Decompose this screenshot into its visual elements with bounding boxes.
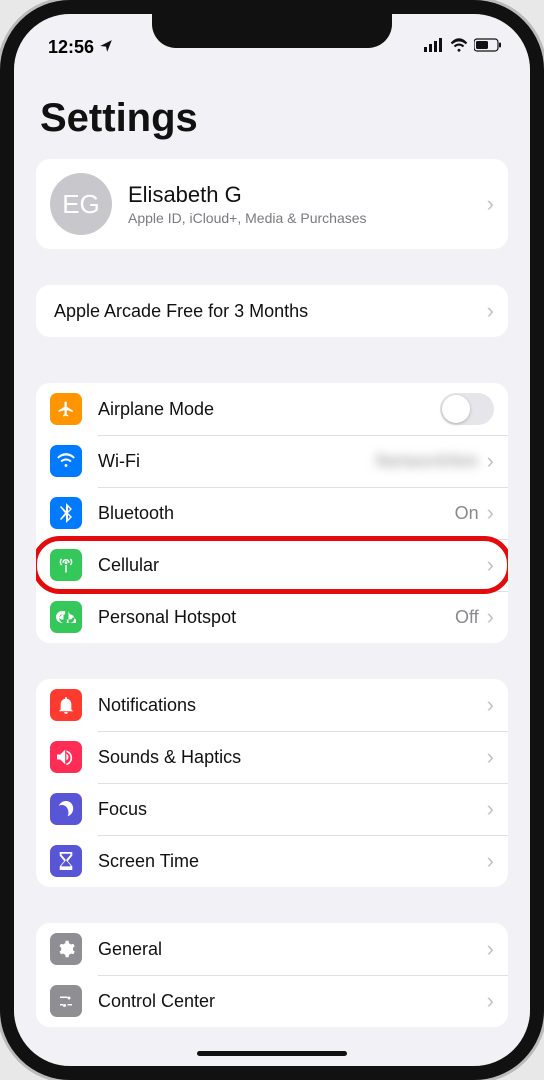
apple-id-row[interactable]: EG Elisabeth G Apple ID, iCloud+, Media … [36,159,508,249]
bluetooth-icon [50,497,82,529]
home-indicator[interactable] [197,1051,347,1056]
notifications-row[interactable]: Notifications › [36,679,508,731]
sounds-icon [50,741,82,773]
control-center-row[interactable]: Control Center › [36,975,508,1027]
general-label: General [98,939,487,960]
focus-row[interactable]: Focus › [36,783,508,835]
notch [152,14,392,48]
chevron-right-icon: › [487,552,494,578]
promo-label: Apple Arcade Free for 3 Months [54,301,487,322]
phone-frame: 12:56 Settings EG Elisabeth G [0,0,544,1080]
location-icon [99,37,113,58]
airplane-toggle[interactable] [440,393,494,425]
promo-group: Apple Arcade Free for 3 Months › [36,285,508,337]
chevron-right-icon: › [487,936,494,962]
screen-time-row[interactable]: Screen Time › [36,835,508,887]
wifi-value: NetworkNm [376,451,479,472]
wifi-row[interactable]: Wi-Fi NetworkNm › [36,435,508,487]
chevron-right-icon: › [487,796,494,822]
control-center-label: Control Center [98,991,487,1012]
profile-name: Elisabeth G [128,182,487,208]
battery-icon [474,38,502,57]
chevron-right-icon: › [487,448,494,474]
hotspot-value: Off [455,607,479,628]
page-title: Settings [40,96,504,141]
chevron-right-icon: › [487,848,494,874]
bluetooth-label: Bluetooth [98,503,455,524]
hotspot-icon [50,601,82,633]
system-group: General › Control Center › [36,923,508,1027]
chevron-right-icon: › [487,191,494,217]
status-left: 12:56 [48,37,113,58]
cellular-label: Cellular [98,555,487,576]
screen-time-icon [50,845,82,877]
chevron-right-icon: › [487,500,494,526]
settings-screen[interactable]: Settings EG Elisabeth G Apple ID, iCloud… [14,66,530,1066]
profile-group: EG Elisabeth G Apple ID, iCloud+, Media … [36,159,508,249]
focus-icon [50,793,82,825]
screen-time-label: Screen Time [98,851,487,872]
chevron-right-icon: › [487,692,494,718]
wifi-label: Wi-Fi [98,451,376,472]
airplane-icon [50,393,82,425]
status-right [424,38,502,57]
general-row[interactable]: General › [36,923,508,975]
notifications-label: Notifications [98,695,487,716]
hotspot-label: Personal Hotspot [98,607,455,628]
airplane-mode-row[interactable]: Airplane Mode [36,383,508,435]
gear-icon [50,933,82,965]
airplane-label: Airplane Mode [98,399,440,420]
apple-arcade-promo-row[interactable]: Apple Arcade Free for 3 Months › [36,285,508,337]
sounds-row[interactable]: Sounds & Haptics › [36,731,508,783]
chevron-right-icon: › [487,298,494,324]
chevron-right-icon: › [487,988,494,1014]
cellular-row[interactable]: Cellular › [36,539,508,591]
chevron-right-icon: › [487,744,494,770]
cellular-icon [50,549,82,581]
bluetooth-value: On [455,503,479,524]
focus-label: Focus [98,799,487,820]
cellular-signal-icon [424,38,444,57]
wifi-settings-icon [50,445,82,477]
wifi-icon [450,38,468,57]
connectivity-group: Airplane Mode Wi-Fi NetworkNm › Bluetoot… [36,383,508,643]
personal-hotspot-row[interactable]: Personal Hotspot Off › [36,591,508,643]
alerts-group: Notifications › Sounds & Haptics › Focus… [36,679,508,887]
sounds-label: Sounds & Haptics [98,747,487,768]
status-time: 12:56 [48,37,94,58]
notifications-icon [50,689,82,721]
avatar: EG [50,173,112,235]
bluetooth-row[interactable]: Bluetooth On › [36,487,508,539]
profile-subtitle: Apple ID, iCloud+, Media & Purchases [128,210,487,226]
chevron-right-icon: › [487,604,494,630]
control-center-icon [50,985,82,1017]
